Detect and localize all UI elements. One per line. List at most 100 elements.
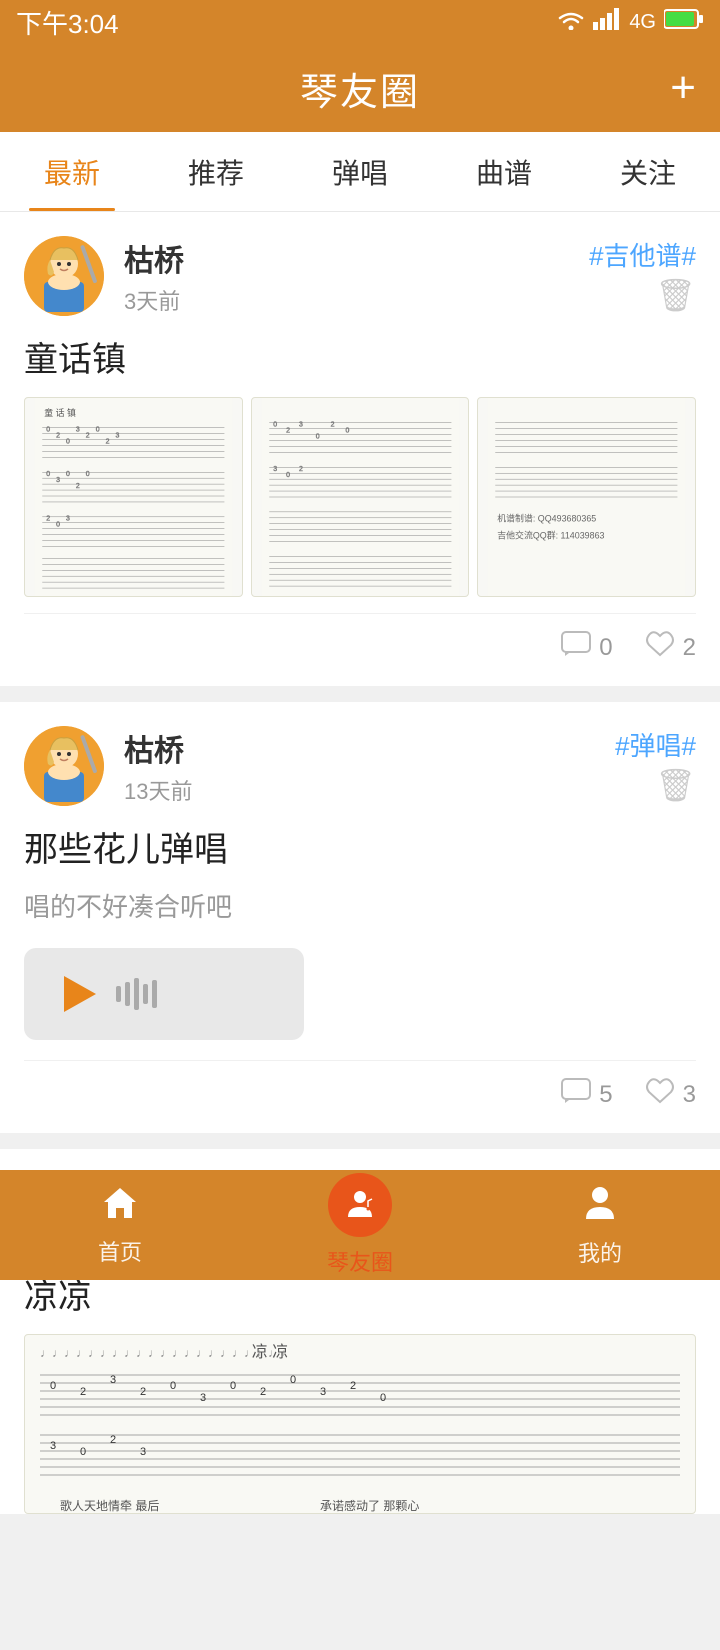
play-button[interactable] — [64, 976, 96, 1012]
svg-text:3: 3 — [320, 1386, 326, 1398]
sound-waves — [116, 978, 157, 1010]
add-button[interactable]: + — [670, 63, 696, 113]
nav-qinyouquan-label: 琴友圈 — [327, 1245, 393, 1277]
svg-text:3: 3 — [56, 477, 60, 484]
svg-text:2: 2 — [106, 439, 110, 446]
avatar — [24, 236, 104, 316]
comment-action[interactable]: 5 — [561, 1078, 612, 1112]
wave-bar — [134, 978, 139, 1010]
tab-play[interactable]: 弹唱 — [288, 132, 432, 211]
tab-follow[interactable]: 关注 — [576, 132, 720, 211]
header: 琴友圈 + — [0, 44, 720, 132]
tabs-bar: 最新 推荐 弹唱 曲谱 关注 — [0, 132, 720, 212]
post-title: 童话镇 — [24, 332, 696, 381]
svg-text:0: 0 — [66, 471, 70, 478]
svg-text:3: 3 — [273, 466, 277, 473]
svg-text:歌人天地情牵 最后: 歌人天地情牵 最后 — [60, 1498, 159, 1513]
tab-score[interactable]: 曲谱 — [432, 132, 576, 211]
avatar — [24, 726, 104, 806]
wave-bar — [143, 984, 148, 1004]
qinyouquan-icon-circle — [328, 1173, 392, 1237]
status-time: 下午3:04 — [16, 4, 119, 41]
comment-action[interactable]: 0 — [561, 631, 612, 665]
post-card: 枯桥 #吉他谱# 3天前 🗑 童话镇 童 话 镇 — [0, 212, 720, 686]
svg-text:2: 2 — [140, 1386, 146, 1398]
like-icon — [645, 630, 675, 666]
svg-text:0: 0 — [66, 439, 70, 446]
svg-text:童 话 镇: 童 话 镇 — [44, 407, 76, 418]
svg-text:2: 2 — [80, 1386, 86, 1398]
comment-count: 0 — [599, 634, 612, 662]
like-count: 3 — [683, 1081, 696, 1109]
post-username: 枯桥 — [124, 726, 184, 770]
nav-mine-label: 我的 — [578, 1236, 622, 1268]
comment-count: 5 — [599, 1081, 612, 1109]
post-title: 那些花儿弹唱 — [24, 822, 696, 871]
svg-text:0: 0 — [86, 471, 90, 478]
svg-text:0: 0 — [80, 1446, 86, 1458]
bottom-nav: 首页 琴友圈 我的 — [0, 1170, 720, 1280]
nav-home[interactable]: 首页 — [0, 1184, 240, 1267]
network-label: 4G — [629, 11, 656, 34]
svg-text:0: 0 — [56, 522, 60, 529]
svg-text:2: 2 — [299, 466, 303, 473]
svg-text:0: 0 — [50, 1380, 56, 1392]
sheet-thumb-1[interactable]: 童 话 镇 0 2 0 3 2 — [24, 397, 243, 597]
like-icon — [645, 1077, 675, 1113]
svg-text:0: 0 — [345, 428, 349, 435]
svg-text:0: 0 — [273, 422, 277, 429]
svg-text:2: 2 — [330, 422, 334, 429]
svg-text:3: 3 — [299, 422, 303, 429]
svg-text:吉他交流QQ群: 114039863: 吉他交流QQ群: 114039863 — [498, 530, 605, 541]
post-meta: 枯桥 #吉他谱# 3天前 — [124, 236, 696, 316]
audio-player[interactable] — [24, 948, 304, 1040]
post-card: 枯桥 #弹唱# 13天前 🗑 那些花儿弹唱 唱的不好凑合听吧 — [0, 702, 720, 1133]
svg-text:0: 0 — [46, 471, 50, 478]
like-count: 2 — [683, 634, 696, 662]
nav-qinyouquan[interactable]: 琴友圈 — [240, 1173, 480, 1277]
sheet-thumb-2[interactable]: 0 2 3 0 2 0 3 0 — [251, 397, 470, 597]
post-description: 唱的不好凑合听吧 — [24, 887, 696, 924]
tab-recommend[interactable]: 推荐 — [144, 132, 288, 211]
like-action[interactable]: 2 — [645, 630, 696, 666]
signal-icon — [593, 8, 621, 36]
nav-mine[interactable]: 我的 — [480, 1183, 720, 1268]
svg-text:2: 2 — [76, 483, 80, 490]
post-time: 13天前 — [124, 779, 192, 804]
svg-text:0: 0 — [46, 427, 50, 434]
post-tag: #弹唱# — [615, 726, 696, 763]
battery-icon — [664, 8, 704, 36]
svg-text:机谱制谱: QQ493680365: 机谱制谱: QQ493680365 — [498, 513, 597, 524]
comment-icon — [561, 631, 591, 665]
sheet-thumb-partial[interactable]: 凉 凉 ♩♩♩♩♩♩♩♩♩♩♩♩♩♩♩♩♩♩♩♩♩ 0 2 3 2 0 — [24, 1334, 696, 1514]
svg-text:2: 2 — [286, 428, 290, 435]
svg-text:0: 0 — [290, 1374, 296, 1386]
sheet-images: 童 话 镇 0 2 0 3 2 — [24, 397, 696, 597]
tab-latest[interactable]: 最新 — [0, 132, 144, 211]
wave-bar — [116, 986, 121, 1002]
svg-text:3: 3 — [140, 1446, 146, 1458]
svg-text:2: 2 — [260, 1386, 266, 1398]
like-action[interactable]: 3 — [645, 1077, 696, 1113]
svg-text:2: 2 — [56, 433, 60, 440]
svg-text:2: 2 — [86, 433, 90, 440]
delete-button[interactable]: 🗑 — [655, 276, 696, 314]
post-time: 3天前 — [124, 289, 180, 314]
status-icons: 4G — [557, 8, 704, 36]
home-icon — [100, 1184, 140, 1229]
wave-bar — [125, 982, 130, 1006]
svg-text:3: 3 — [116, 433, 120, 440]
svg-text:3: 3 — [200, 1392, 206, 1404]
svg-text:0: 0 — [170, 1380, 176, 1392]
svg-text:2: 2 — [110, 1434, 116, 1446]
svg-text:3: 3 — [76, 427, 80, 434]
delete-button[interactable]: 🗑 — [655, 766, 696, 804]
svg-text:承诺感动了 那颗心: 承诺感动了 那颗心 — [320, 1498, 419, 1513]
user-icon — [582, 1183, 618, 1230]
svg-text:3: 3 — [50, 1440, 56, 1452]
sheet-thumb-3[interactable]: 机谱制谱: QQ493680365 吉他交流QQ群: 114039863 — [477, 397, 696, 597]
post-tag: #吉他谱# — [589, 236, 696, 273]
svg-text:0: 0 — [96, 427, 100, 434]
svg-text:0: 0 — [380, 1392, 386, 1404]
comment-icon — [561, 1078, 591, 1112]
